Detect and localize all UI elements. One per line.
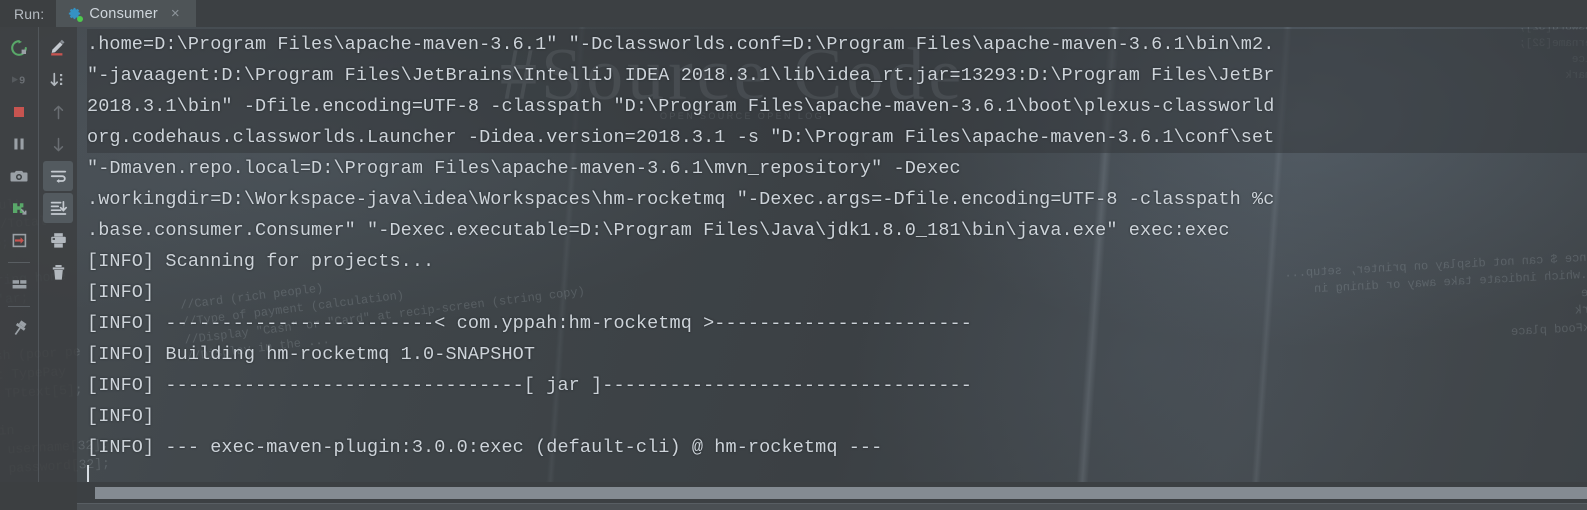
down-arrow-icon[interactable] [43,129,73,159]
console-line: [INFO] [87,282,155,303]
console-line: 2018.3.1\bin" -Dfile.encoding=UTF-8 -cla… [87,91,1587,122]
run-toolbar: 9 [0,27,77,510]
run-toolbar-primary-column: 9 [0,27,38,510]
rerun-failed-tests-icon[interactable]: 9 [4,65,34,95]
up-arrow-icon[interactable] [43,97,73,127]
run-tab-bar: Run: Consumer × [0,0,1587,27]
console-line: "-Dmaven.repo.local=D:\Program Files\apa… [87,158,961,179]
console-line: [INFO] --------------------------------[… [87,375,972,396]
run-toolbar-secondary-column [38,27,77,510]
toolbar-divider [8,306,30,307]
console-line: [INFO] --- exec-maven-plugin:3.0.0:exec … [87,437,883,458]
console-line: .home=D:\Program Files\apache-maven-3.6.… [87,29,1587,60]
print-icon[interactable] [43,225,73,255]
console-line: .workingdir=D:\Workspace-java\idea\Works… [87,189,1275,210]
trash-icon[interactable] [43,257,73,287]
exit-icon[interactable] [4,225,34,255]
run-tool-window: #Source Code OPEN SOURCE OPEN LOG sult /… [0,0,1587,510]
svg-text:9: 9 [19,75,25,87]
gear-icon [67,6,84,22]
gutter-bottom-filler [0,482,77,510]
rerun-icon[interactable] [4,33,34,63]
console-line: .base.consumer.Consumer" "-Dexec.executa… [87,220,1230,241]
annotate-icon[interactable] [43,33,73,63]
console-line: [INFO] Scanning for projects... [87,251,435,272]
sort-icon[interactable] [43,65,73,95]
scrollbar-thumb[interactable] [95,487,1587,499]
tab-bar-filler [196,0,1587,27]
soft-wrap-icon[interactable] [43,161,73,191]
status-strip [77,503,1587,510]
console-line: "-javaagent:D:\Program Files\JetBrains\I… [87,60,1587,91]
console-caret-line [87,463,1587,482]
console-line: org.codehaus.classworlds.Launcher -Didea… [87,122,1587,153]
camera-icon[interactable] [4,161,34,191]
stop-icon[interactable] [4,97,34,127]
scroll-to-end-icon[interactable] [43,193,73,223]
run-label: Run: [0,0,57,27]
text-caret [87,465,89,482]
horizontal-scrollbar[interactable] [77,482,1587,510]
pause-icon[interactable] [4,129,34,159]
console-line: [INFO] [87,406,155,427]
thread-dump-icon[interactable] [4,193,34,223]
running-dot-icon [77,16,84,22]
close-icon[interactable]: × [169,6,182,21]
console-output[interactable]: .home=D:\Program Files\apache-maven-3.6.… [77,27,1587,482]
run-tab-label: Consumer [89,5,158,22]
toolbar-divider [8,262,30,263]
scrollbar-track[interactable] [95,487,1587,499]
pin-icon[interactable] [4,313,34,343]
run-tab-consumer[interactable]: Consumer × [56,0,197,27]
layout-icon[interactable] [4,269,34,299]
console-line: [INFO] ------------------------< com.ypp… [87,313,972,334]
console-line: [INFO] Building hm-rocketmq 1.0-SNAPSHOT [87,344,536,365]
